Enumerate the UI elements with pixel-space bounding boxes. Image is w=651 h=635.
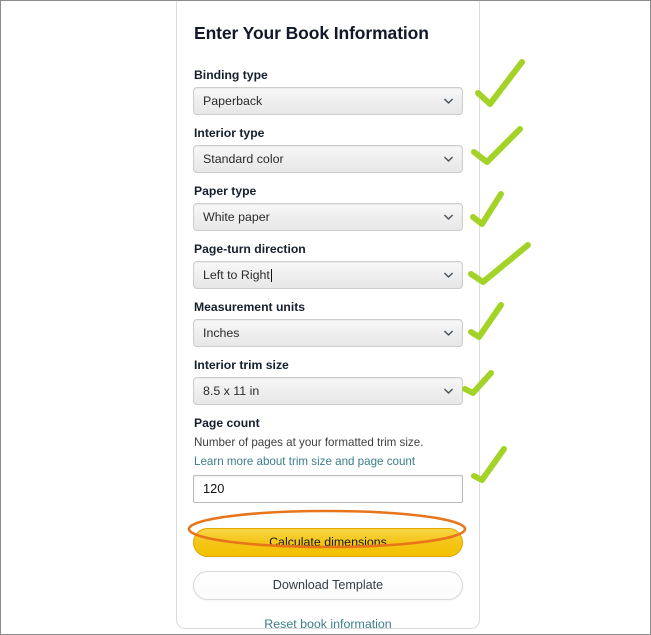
select-interior-trim-size-value[interactable]: 8.5 x 11 in [193, 377, 463, 405]
select-interior-type[interactable]: Standard color [193, 145, 463, 173]
download-template-button[interactable]: Download Template [193, 570, 463, 600]
field-interior-type: Interior type Standard color [193, 126, 463, 173]
select-page-turn-direction-box[interactable]: Left to Right [193, 261, 463, 289]
select-binding-type-value[interactable]: Paperback [193, 87, 463, 115]
label-binding-type: Binding type [194, 68, 268, 82]
checkmark-annotation-icon [475, 59, 525, 107]
select-paper-type[interactable]: White paper [193, 203, 463, 231]
field-measurement-units: Measurement units Inches [193, 300, 463, 347]
select-paper-type-value[interactable]: White paper [193, 203, 463, 231]
field-interior-trim-size: Interior trim size 8.5 x 11 in [193, 358, 463, 405]
trim-size-learn-more-link[interactable]: Learn more about trim size and page coun… [194, 454, 415, 470]
field-page-turn-direction: Page-turn direction Left to Right [193, 242, 463, 289]
label-measurement-units: Measurement units [194, 300, 306, 314]
reset-book-information-link[interactable]: Reset book information [193, 617, 463, 631]
select-interior-trim-size[interactable]: 8.5 x 11 in [193, 377, 463, 405]
select-measurement-units-value[interactable]: Inches [193, 319, 463, 347]
text-cursor-caret [270, 268, 272, 282]
label-interior-type: Interior type [194, 126, 265, 140]
label-paper-type: Paper type [194, 184, 257, 198]
field-page-count: Page count Number of pages at your forma… [193, 416, 463, 503]
select-page-turn-direction[interactable]: Left to Right [193, 261, 463, 289]
label-page-turn-direction: Page-turn direction [194, 242, 306, 256]
field-paper-type: Paper type White paper [193, 184, 463, 231]
page-title: Enter Your Book Information [194, 23, 429, 43]
page-count-input[interactable] [193, 474, 463, 503]
label-page-count: Page count [194, 416, 260, 430]
calculate-dimensions-button[interactable]: Calculate dimensions [193, 527, 463, 557]
select-page-turn-direction-value: Left to Right [203, 268, 270, 282]
label-interior-trim-size: Interior trim size [194, 358, 289, 372]
select-interior-type-value[interactable]: Standard color [193, 145, 463, 173]
field-binding-type: Binding type Paperback [193, 68, 463, 115]
book-information-card: Enter Your Book Information Binding type… [176, 1, 480, 631]
screenshot-frame: Enter Your Book Information Binding type… [0, 0, 651, 635]
page-count-help-text: Number of pages at your formatted trim s… [194, 436, 424, 449]
checkmark-annotation-icon [471, 126, 523, 165]
select-binding-type[interactable]: Paperback [193, 87, 463, 115]
select-measurement-units[interactable]: Inches [193, 319, 463, 347]
